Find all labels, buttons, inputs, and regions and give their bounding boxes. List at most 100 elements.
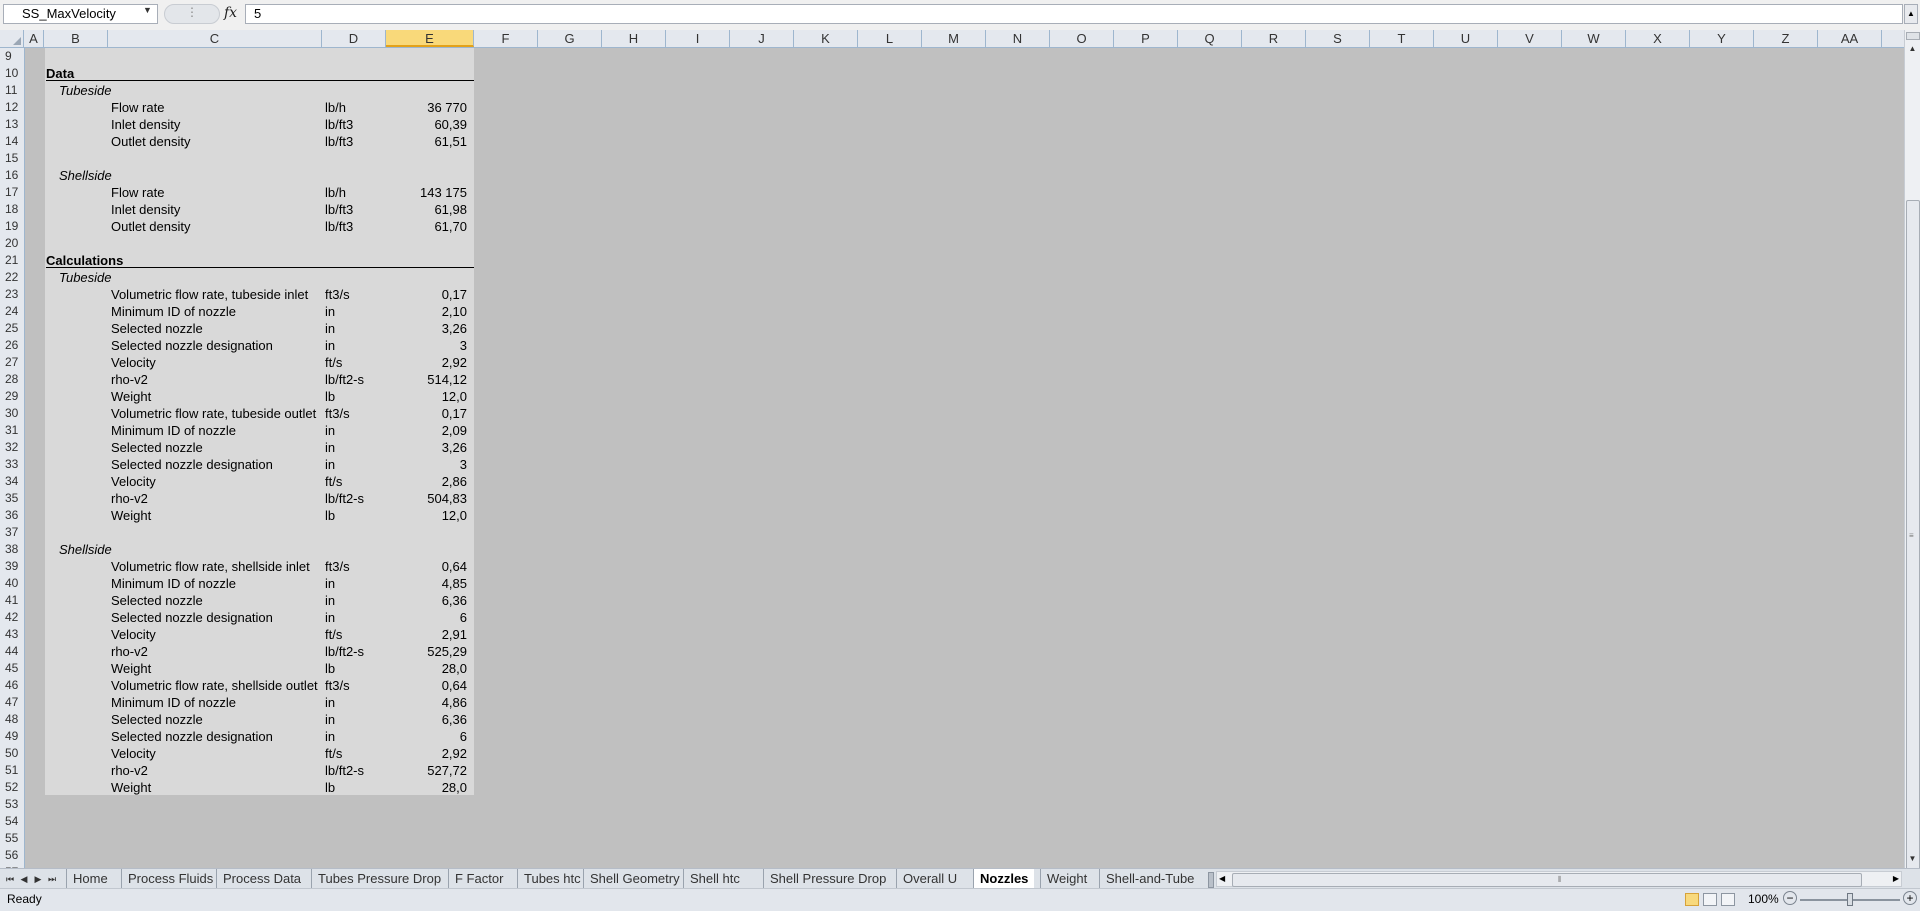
row-label[interactable]: Inlet density	[111, 116, 180, 133]
column-header-q[interactable]: Q	[1178, 30, 1242, 47]
row-header[interactable]: 12	[0, 99, 24, 116]
row-value[interactable]: 6,36	[387, 592, 467, 609]
row-unit[interactable]: in	[325, 303, 335, 320]
data-tubeside-heading[interactable]: Tubeside	[59, 82, 112, 99]
row-header[interactable]: 9	[0, 48, 24, 65]
column-header-s[interactable]: S	[1306, 30, 1370, 47]
row-header[interactable]: 32	[0, 439, 24, 456]
row-unit[interactable]: lb	[325, 660, 335, 677]
row-unit[interactable]: ft3/s	[325, 677, 350, 694]
row-unit[interactable]: lb/ft3	[325, 201, 353, 218]
row-header[interactable]: 56	[0, 847, 24, 864]
select-all-button[interactable]	[0, 30, 24, 47]
row-value[interactable]: 4,85	[387, 575, 467, 592]
row-unit[interactable]: lb/ft3	[325, 116, 353, 133]
row-value[interactable]: 2,91	[387, 626, 467, 643]
row-header[interactable]: 35	[0, 490, 24, 507]
zoom-slider-thumb[interactable]	[1847, 893, 1853, 906]
row-header[interactable]: 18	[0, 201, 24, 218]
row-unit[interactable]: lb/ft2-s	[325, 371, 364, 388]
row-value[interactable]: 61,70	[387, 218, 467, 235]
name-box[interactable]: SS_MaxVelocity	[3, 4, 158, 24]
last-sheet-icon[interactable]: ⏭	[46, 872, 58, 886]
row-header[interactable]: 37	[0, 524, 24, 541]
row-header[interactable]: 11	[0, 82, 24, 99]
row-value[interactable]: 3	[387, 456, 467, 473]
sheet-data-area[interactable]: Data Tubeside Shellside Calculations Tub…	[45, 48, 474, 795]
column-header-w[interactable]: W	[1562, 30, 1626, 47]
column-header-t[interactable]: T	[1370, 30, 1434, 47]
column-header-e[interactable]: E	[386, 30, 474, 47]
row-label[interactable]: Weight	[111, 388, 151, 405]
row-value[interactable]: 3,26	[387, 320, 467, 337]
row-header[interactable]: 28	[0, 371, 24, 388]
row-label[interactable]: Selected nozzle designation	[111, 728, 273, 745]
row-unit[interactable]: lb/ft3	[325, 133, 353, 150]
row-label[interactable]: Velocity	[111, 354, 156, 371]
row-value[interactable]: 525,29	[387, 643, 467, 660]
row-unit[interactable]: in	[325, 320, 335, 337]
row-header[interactable]: 22	[0, 269, 24, 286]
row-unit[interactable]: ft/s	[325, 745, 342, 762]
row-unit[interactable]: in	[325, 609, 335, 626]
row-header[interactable]: 36	[0, 507, 24, 524]
row-header[interactable]: 25	[0, 320, 24, 337]
prev-sheet-icon[interactable]: ◀	[18, 872, 30, 886]
row-header[interactable]: 27	[0, 354, 24, 371]
sheet-tab-f-factor[interactable]: F Factor	[448, 869, 509, 888]
row-label[interactable]: Weight	[111, 660, 151, 677]
row-unit[interactable]: in	[325, 456, 335, 473]
row-label[interactable]: rho-v2	[111, 643, 148, 660]
row-value[interactable]: 0,17	[387, 405, 467, 422]
row-value[interactable]: 3,26	[387, 439, 467, 456]
row-header[interactable]: 31	[0, 422, 24, 439]
column-header-r[interactable]: R	[1242, 30, 1306, 47]
row-unit[interactable]: in	[325, 728, 335, 745]
formula-input[interactable]: 5	[245, 4, 1903, 24]
row-unit[interactable]: lb/ft2-s	[325, 762, 364, 779]
row-value[interactable]: 2,09	[387, 422, 467, 439]
row-label[interactable]: Minimum ID of nozzle	[111, 694, 236, 711]
insert-function-icon[interactable]: fx	[224, 5, 237, 21]
row-value[interactable]: 61,98	[387, 201, 467, 218]
row-label[interactable]: Selected nozzle	[111, 711, 203, 728]
row-label[interactable]: Weight	[111, 779, 151, 796]
column-header-b[interactable]: B	[44, 30, 108, 47]
scroll-up-icon[interactable]: ▲	[1905, 42, 1920, 56]
vertical-scroll-thumb[interactable]: ≡	[1906, 200, 1920, 882]
column-header-k[interactable]: K	[794, 30, 858, 47]
row-label[interactable]: Selected nozzle	[111, 320, 203, 337]
zoom-in-button[interactable]: +	[1903, 891, 1917, 905]
row-header[interactable]: 23	[0, 286, 24, 303]
row-unit[interactable]: lb/ft2-s	[325, 490, 364, 507]
row-label[interactable]: Volumetric flow rate, tubeside inlet	[111, 286, 308, 303]
scroll-left-icon[interactable]: ◀	[1219, 872, 1225, 886]
row-header[interactable]: 51	[0, 762, 24, 779]
column-header-o[interactable]: O	[1050, 30, 1114, 47]
page-layout-view-icon[interactable]	[1703, 893, 1717, 906]
column-header-n[interactable]: N	[986, 30, 1050, 47]
row-value[interactable]: 143 175	[387, 184, 467, 201]
row-header[interactable]: 16	[0, 167, 24, 184]
row-header[interactable]: 54	[0, 813, 24, 830]
row-label[interactable]: Outlet density	[111, 133, 191, 150]
row-header[interactable]: 29	[0, 388, 24, 405]
row-unit[interactable]: lb/h	[325, 99, 346, 116]
column-header-h[interactable]: H	[602, 30, 666, 47]
row-value[interactable]: 36 770	[387, 99, 467, 116]
vertical-scrollbar[interactable]: ▲ ≡ ▼	[1904, 30, 1920, 882]
sheet-tab-tubes-pressure-drop[interactable]: Tubes Pressure Drop	[311, 869, 447, 888]
scroll-down-icon[interactable]: ▼	[1905, 852, 1920, 866]
row-label[interactable]: Velocity	[111, 473, 156, 490]
horizontal-scroll-thumb[interactable]: ⦀	[1232, 873, 1862, 887]
column-header-c[interactable]: C	[108, 30, 322, 47]
row-header[interactable]: 50	[0, 745, 24, 762]
data-shellside-heading[interactable]: Shellside	[59, 167, 112, 184]
row-unit[interactable]: lb	[325, 388, 335, 405]
row-value[interactable]: 514,12	[387, 371, 467, 388]
row-label[interactable]: Minimum ID of nozzle	[111, 575, 236, 592]
row-header[interactable]: 45	[0, 660, 24, 677]
column-header-i[interactable]: I	[666, 30, 730, 47]
row-unit[interactable]: ft3/s	[325, 558, 350, 575]
row-header[interactable]: 19	[0, 218, 24, 235]
